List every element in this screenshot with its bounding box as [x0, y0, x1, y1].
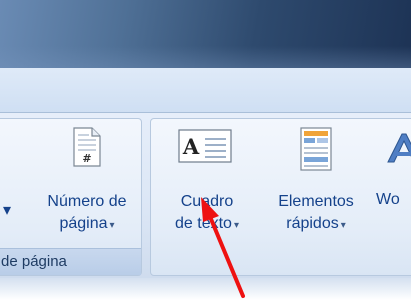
page-number-icon: # [73, 127, 101, 167]
quick-parts-label-line2: rápidos [286, 215, 339, 232]
window-title-bar [0, 0, 411, 68]
quick-parts-label-line1: Elementos [278, 193, 354, 210]
ribbon-tab-strip [0, 68, 411, 113]
text-box-label-line1: Cuadro [180, 193, 234, 210]
text-box-icon-glyph: A [182, 134, 200, 159]
wordart-label-line1: Wo [376, 191, 400, 208]
group-label-bar: de página [0, 248, 141, 275]
text-box-icon: A [178, 129, 232, 163]
quick-parts-caret[interactable]: ▾ [341, 220, 346, 231]
text-box-caret[interactable]: ▾ [234, 220, 239, 231]
wordart-icon [387, 133, 411, 163]
page-number-icon-glyph: # [82, 152, 91, 165]
cut-off-dropdown-caret[interactable]: ▾ [3, 200, 11, 220]
group-label-header-footer: de página [1, 253, 67, 270]
page-number-caret[interactable]: ▾ [110, 220, 115, 231]
page-number-label-line1: Número de [47, 193, 127, 210]
quick-parts-icon [300, 127, 332, 171]
ribbon-bottom-edge [0, 278, 411, 300]
text-box-label-line2: de texto [175, 215, 232, 232]
page-number-label-line2: página [59, 215, 108, 232]
word-ribbon-screenshot: de página ▾ # Número de página ▾ A Cuadr… [0, 0, 411, 300]
wordart-button[interactable]: Wo [376, 122, 411, 252]
